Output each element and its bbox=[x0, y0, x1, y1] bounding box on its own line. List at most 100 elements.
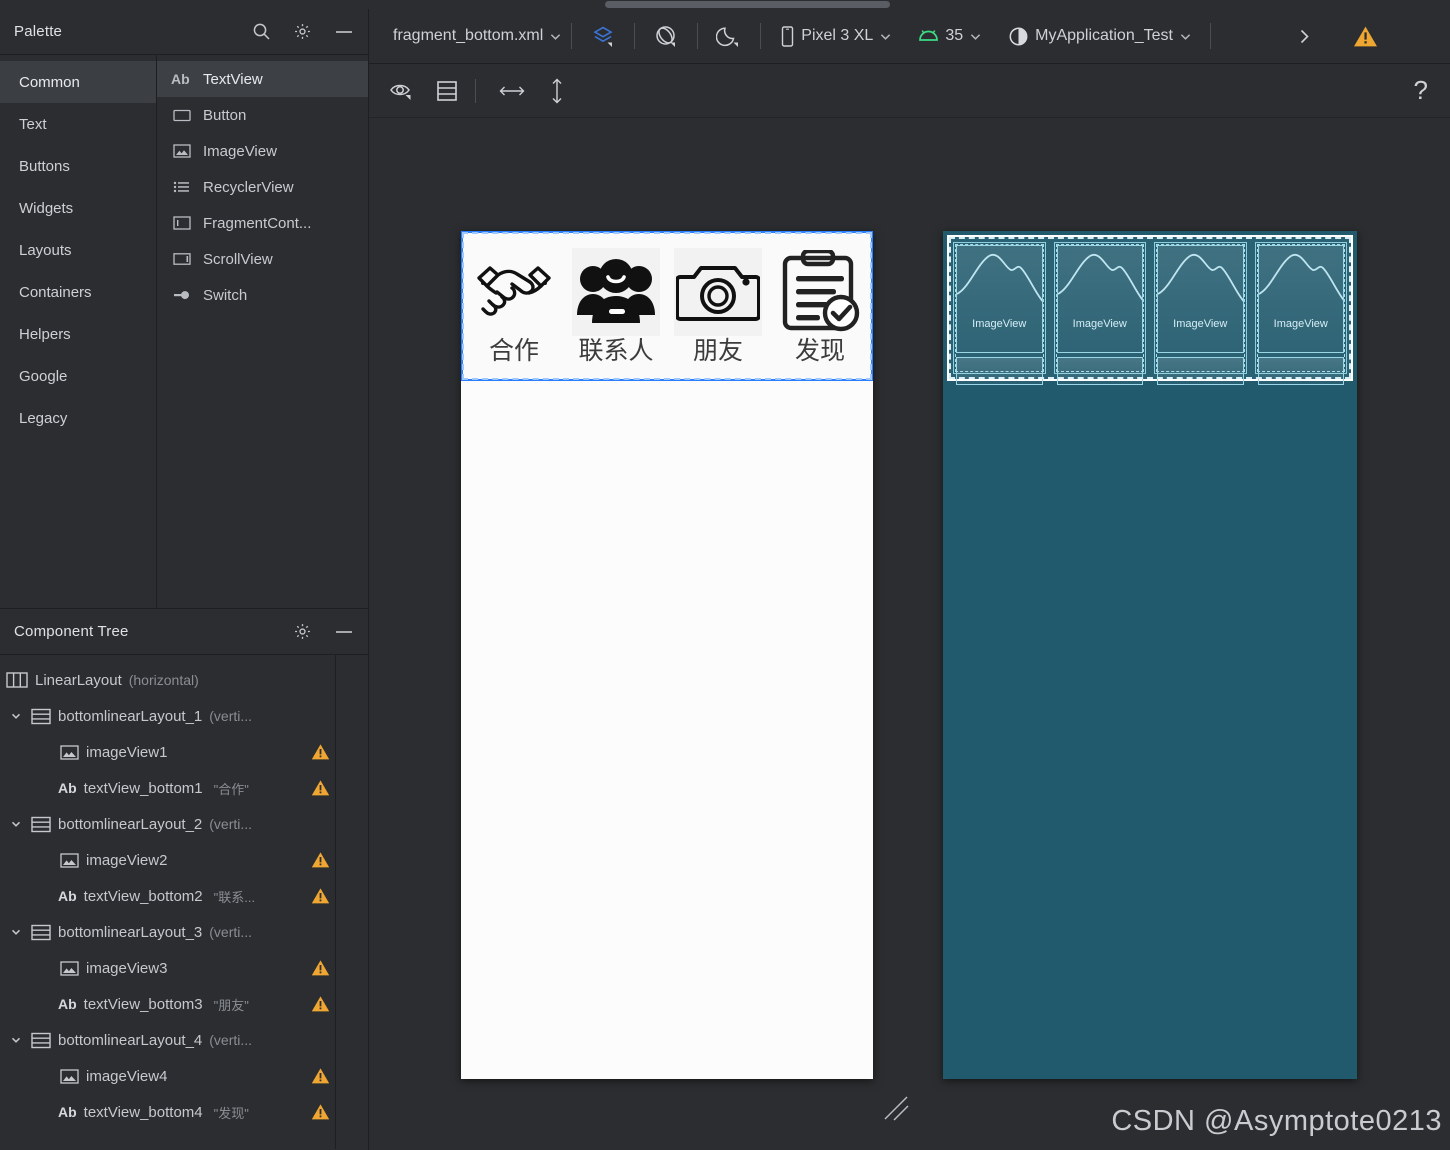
file-name-dropdown[interactable]: fragment_bottom.xml bbox=[393, 27, 562, 45]
palette-category-text[interactable]: Text bbox=[0, 103, 156, 145]
toolbar-divider bbox=[475, 78, 476, 103]
palette-category-helpers[interactable]: Helpers bbox=[0, 313, 156, 355]
tree-row[interactable]: Ab textView_bottom2 "联系... bbox=[0, 878, 368, 914]
arrow-left-right-icon[interactable] bbox=[498, 82, 526, 100]
palette-category-containers[interactable]: Containers bbox=[0, 271, 156, 313]
tree-row[interactable]: bottomlinearLayout_1 (verti... bbox=[0, 698, 368, 734]
help-button[interactable]: ? bbox=[1414, 75, 1428, 106]
bottom-bar-linearlayout-selected[interactable]: 合作 联系人 朋友 发现 bbox=[461, 231, 873, 381]
chevron-right-icon[interactable] bbox=[1296, 27, 1313, 46]
render-preview-surface[interactable]: 合作 联系人 朋友 发现 bbox=[461, 231, 873, 1079]
device-dropdown[interactable]: Pixel 3 XL bbox=[780, 25, 892, 47]
layout-rows-icon[interactable] bbox=[435, 79, 459, 103]
palette-item-recyclerview[interactable]: RecyclerView bbox=[157, 169, 368, 205]
palette-item-label: RecyclerView bbox=[203, 178, 294, 196]
warning-triangle-icon[interactable] bbox=[311, 959, 330, 981]
tree-row[interactable]: bottomlinearLayout_2 (verti... bbox=[0, 806, 368, 842]
blueprint-bottom-bar[interactable]: ImageView ImageView ImageView ImageView bbox=[947, 235, 1353, 385]
palette-body: Common Text Buttons Widgets Layouts Cont… bbox=[0, 55, 368, 608]
tree-row[interactable]: imageView3 bbox=[0, 950, 368, 986]
blueprint-textview-1[interactable] bbox=[956, 357, 1043, 385]
top-scrollbar-track[interactable] bbox=[0, 0, 1450, 9]
warning-triangle-icon[interactable] bbox=[311, 995, 330, 1017]
chevron-down-icon bbox=[549, 30, 562, 43]
night-mode-icon[interactable] bbox=[716, 23, 742, 49]
chevron-down-icon[interactable] bbox=[8, 710, 24, 722]
palette-category-buttons[interactable]: Buttons bbox=[0, 145, 156, 187]
tree-row[interactable]: bottomlinearLayout_4 (verti... bbox=[0, 1022, 368, 1058]
chevron-down-icon[interactable] bbox=[8, 926, 24, 938]
bottom-bar-item-2[interactable]: 联系人 bbox=[565, 233, 667, 379]
blueprint-item-3[interactable]: ImageView bbox=[1154, 242, 1247, 385]
tree-row[interactable]: imageView4 bbox=[0, 1058, 368, 1094]
bottom-bar-item-1[interactable]: 合作 bbox=[463, 233, 565, 379]
blueprint-textview-4[interactable] bbox=[1257, 357, 1344, 385]
rotate-device-icon[interactable] bbox=[653, 23, 679, 49]
gear-icon[interactable] bbox=[293, 22, 312, 41]
warning-triangle-icon[interactable] bbox=[311, 887, 330, 909]
blueprint-imageview-2[interactable]: ImageView bbox=[1056, 245, 1143, 353]
tree-row[interactable]: bottomlinearLayout_3 (verti... bbox=[0, 914, 368, 950]
minimize-icon[interactable] bbox=[334, 625, 354, 639]
design-surface-icon[interactable] bbox=[590, 23, 616, 49]
design-canvas[interactable]: 合作 联系人 朋友 发现 ImageView ImageView ImageVi… bbox=[369, 118, 1450, 1150]
tree-row[interactable]: imageView2 bbox=[0, 842, 368, 878]
warning-triangle-icon[interactable] bbox=[311, 779, 330, 801]
palette-item-switch[interactable]: Switch bbox=[157, 277, 368, 313]
blueprint-textview-2[interactable] bbox=[1056, 357, 1143, 385]
blueprint-item-2[interactable]: ImageView bbox=[1053, 242, 1146, 385]
warning-triangle-icon[interactable] bbox=[311, 743, 330, 765]
image-icon bbox=[60, 960, 79, 976]
bottom-bar-item-3[interactable]: 朋友 bbox=[667, 233, 769, 379]
tree-node-name: LinearLayout bbox=[35, 671, 122, 689]
linearlayout-vertical-icon bbox=[31, 1032, 51, 1049]
linearlayout-horizontal-icon bbox=[6, 671, 28, 689]
palette-category-legacy[interactable]: Legacy bbox=[0, 397, 156, 439]
blueprint-item-1[interactable]: ImageView bbox=[953, 242, 1046, 385]
arrow-up-down-icon[interactable] bbox=[548, 77, 566, 105]
warning-triangle-icon[interactable] bbox=[1353, 25, 1378, 48]
palette-item-button[interactable]: Button bbox=[157, 97, 368, 133]
search-icon[interactable] bbox=[252, 22, 271, 41]
palette-item-label: Button bbox=[203, 106, 247, 124]
palette-item-textview[interactable]: Ab TextView bbox=[157, 61, 368, 97]
warning-triangle-icon[interactable] bbox=[311, 1067, 330, 1089]
palette-item-scrollview[interactable]: ScrollView bbox=[157, 241, 368, 277]
tree-row[interactable]: Ab textView_bottom4 "发现" bbox=[0, 1094, 368, 1130]
palette-category-widgets[interactable]: Widgets bbox=[0, 187, 156, 229]
tree-row[interactable]: imageView1 bbox=[0, 734, 368, 770]
palette-category-google[interactable]: Google bbox=[0, 355, 156, 397]
top-scrollbar-thumb[interactable] bbox=[605, 1, 890, 8]
blueprint-imageview-1[interactable]: ImageView bbox=[956, 245, 1043, 353]
tree-row[interactable]: LinearLayout (horizontal) bbox=[0, 662, 368, 698]
palette-category-common[interactable]: Common bbox=[0, 61, 156, 103]
ab-text-icon: Ab bbox=[58, 996, 77, 1012]
theme-dropdown[interactable]: MyApplication_Test bbox=[1008, 26, 1192, 47]
tree-node-name: bottomlinearLayout_2 bbox=[58, 815, 203, 833]
blueprint-imageview-4[interactable]: ImageView bbox=[1257, 245, 1344, 353]
api-level-dropdown[interactable]: 35 bbox=[918, 27, 982, 45]
blueprint-imageview-3[interactable]: ImageView bbox=[1157, 245, 1244, 353]
tree-node-sub: (verti... bbox=[209, 924, 253, 940]
palette-item-fragmentcontainer[interactable]: FragmentCont... bbox=[157, 205, 368, 241]
warning-triangle-icon[interactable] bbox=[311, 851, 330, 873]
image-icon bbox=[60, 744, 79, 760]
chevron-down-icon[interactable] bbox=[8, 818, 24, 830]
palette-item-imageview[interactable]: ImageView bbox=[157, 133, 368, 169]
eye-icon[interactable] bbox=[389, 79, 417, 103]
minimize-icon[interactable] bbox=[334, 25, 354, 39]
gear-icon[interactable] bbox=[293, 622, 312, 641]
tree-row[interactable]: Ab textView_bottom1 "合作" bbox=[0, 770, 368, 806]
palette-category-layouts[interactable]: Layouts bbox=[0, 229, 156, 271]
blueprint-item-4[interactable]: ImageView bbox=[1254, 242, 1347, 385]
resize-handle-icon[interactable] bbox=[881, 1093, 913, 1130]
tree-row[interactable]: Ab textView_bottom3 "朋友" bbox=[0, 986, 368, 1022]
blueprint-textview-3[interactable] bbox=[1157, 357, 1244, 385]
theme-name-label: MyApplication_Test bbox=[1035, 27, 1173, 44]
chevron-down-icon bbox=[879, 30, 892, 43]
device-name-label: Pixel 3 XL bbox=[801, 27, 874, 44]
bottom-bar-item-4[interactable]: 发现 bbox=[769, 233, 871, 379]
chevron-down-icon[interactable] bbox=[8, 1034, 24, 1046]
blueprint-preview-surface[interactable]: ImageView ImageView ImageView ImageView bbox=[943, 231, 1357, 1079]
warning-triangle-icon[interactable] bbox=[311, 1103, 330, 1125]
